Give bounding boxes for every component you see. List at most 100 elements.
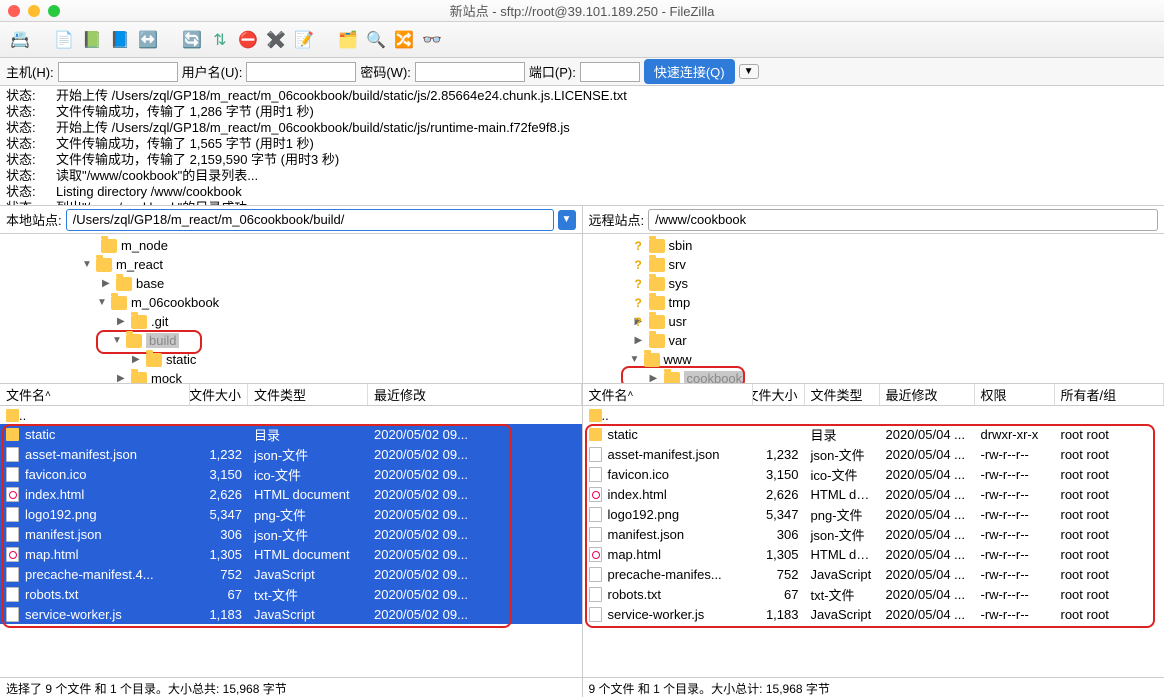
folder-icon	[96, 258, 112, 272]
disclosure-icon[interactable]: ▶	[117, 316, 127, 327]
tree-item[interactable]: ▶.git	[0, 312, 582, 331]
file-row[interactable]: map.html1,305HTML do...2020/05/04 ...-rw…	[583, 544, 1164, 564]
quickconnect-dropdown-icon[interactable]: ▼	[739, 64, 759, 79]
refresh-icon[interactable]: 🔄	[180, 28, 204, 52]
file-row[interactable]: logo192.png5,347png-文件2020/05/04 ...-rw-…	[583, 504, 1164, 524]
col-mod[interactable]: 最近修改	[880, 384, 975, 405]
tree-item[interactable]: ▼www	[583, 350, 1164, 369]
disclosure-icon[interactable]: ▼	[97, 297, 107, 308]
folder-icon	[6, 409, 19, 422]
parent-dir[interactable]: ..	[583, 406, 1164, 424]
col-type[interactable]: 文件类型	[805, 384, 880, 405]
disconnect-icon[interactable]: ✖️	[264, 28, 288, 52]
tree-item[interactable]: ▼m_react	[0, 255, 582, 274]
col-mod[interactable]: 最近修改	[368, 384, 582, 405]
process-queue-icon[interactable]: ⇅	[208, 28, 232, 52]
tree-item[interactable]: ▶var	[583, 331, 1164, 350]
file-own: root root	[1055, 527, 1164, 542]
tree-item[interactable]: srv	[583, 255, 1164, 274]
tree-item[interactable]: tmp	[583, 293, 1164, 312]
host-input[interactable]	[58, 62, 178, 82]
disclosure-icon[interactable]: ▶	[132, 354, 142, 365]
log-text: 文件传输成功，传输了 1,286 字节 (用时1 秒)	[56, 104, 314, 120]
file-row[interactable]: favicon.ico3,150ico-文件2020/05/02 09...	[0, 464, 582, 484]
file-row[interactable]: static目录2020/05/02 09...	[0, 424, 582, 444]
col-perm[interactable]: 权限	[975, 384, 1055, 405]
file-row[interactable]: asset-manifest.json1,232json-文件2020/05/0…	[0, 444, 582, 464]
file-perm: drwxr-xr-x	[975, 427, 1055, 442]
col-name[interactable]: 文件名	[0, 384, 190, 405]
file-type: HTML document	[248, 487, 368, 502]
col-name[interactable]: 文件名	[583, 384, 753, 405]
local-path-dropdown-icon[interactable]: ▼	[558, 210, 576, 230]
file-row[interactable]: robots.txt67txt-文件2020/05/02 09...	[0, 584, 582, 604]
col-own[interactable]: 所有者/组	[1055, 384, 1164, 405]
maximize-window[interactable]	[48, 5, 60, 17]
user-input[interactable]	[246, 62, 356, 82]
tree-item[interactable]: ▼m_06cookbook	[0, 293, 582, 312]
remote-pathbar: 远程站点:	[583, 206, 1164, 234]
file-row[interactable]: asset-manifest.json1,232json-文件2020/05/0…	[583, 444, 1164, 464]
toggle-queue-icon[interactable]: ↔️	[136, 28, 160, 52]
file-row[interactable]: index.html2,626HTML do...2020/05/04 ...-…	[583, 484, 1164, 504]
minimize-window[interactable]	[28, 5, 40, 17]
reconnect-icon[interactable]: 📝	[292, 28, 316, 52]
message-log[interactable]: 状态:开始上传 /Users/zql/GP18/m_react/m_06cook…	[0, 86, 1164, 206]
close-window[interactable]	[8, 5, 20, 17]
tree-item[interactable]: ▼build	[0, 331, 582, 350]
local-path-input[interactable]	[66, 209, 554, 231]
file-row[interactable]: logo192.png5,347png-文件2020/05/02 09...	[0, 504, 582, 524]
parent-dir[interactable]: ..	[0, 406, 582, 424]
tree-item[interactable]: m_node	[0, 236, 582, 255]
file-row[interactable]: map.html1,305HTML document2020/05/02 09.…	[0, 544, 582, 564]
quickconnect-button[interactable]: 快速连接(Q)	[644, 59, 735, 84]
tree-item[interactable]: ▶base	[0, 274, 582, 293]
port-input[interactable]	[580, 62, 640, 82]
site-manager-icon[interactable]: 📇	[8, 28, 32, 52]
file-row[interactable]: robots.txt67txt-文件2020/05/04 ...-rw-r--r…	[583, 584, 1164, 604]
toggle-remote-tree-icon[interactable]: 📘	[108, 28, 132, 52]
pass-input[interactable]	[415, 62, 525, 82]
tree-item[interactable]: ▶mock	[0, 369, 582, 384]
local-tree[interactable]: m_node▼m_react▶base▼m_06cookbook▶.git▼bu…	[0, 234, 582, 384]
file-row[interactable]: favicon.ico3,150ico-文件2020/05/04 ...-rw-…	[583, 464, 1164, 484]
toggle-log-icon[interactable]: 📄	[52, 28, 76, 52]
disclosure-icon[interactable]: ▼	[630, 354, 640, 365]
col-size[interactable]: 文件大小	[753, 384, 805, 405]
file-mod: 2020/05/04 ...	[880, 487, 975, 502]
file-icon	[589, 487, 602, 502]
col-type[interactable]: 文件类型	[248, 384, 368, 405]
tree-item[interactable]: sbin	[583, 236, 1164, 255]
file-row[interactable]: service-worker.js1,183JavaScript2020/05/…	[0, 604, 582, 624]
disclosure-icon[interactable]: ▶	[635, 335, 645, 346]
compare-icon[interactable]: 🔀	[392, 28, 416, 52]
file-row[interactable]: manifest.json306json-文件2020/05/02 09...	[0, 524, 582, 544]
tree-item[interactable]: ▶cookbook	[583, 369, 1164, 384]
file-row[interactable]: manifest.json306json-文件2020/05/04 ...-rw…	[583, 524, 1164, 544]
file-row[interactable]: precache-manifest.4...752JavaScript2020/…	[0, 564, 582, 584]
remote-tree[interactable]: sbinsrvsystmp▶usr▶var▼www▶cookbook	[583, 234, 1164, 384]
find-icon[interactable]: 👓	[420, 28, 444, 52]
disclosure-icon[interactable]: ▶	[117, 373, 127, 384]
file-row[interactable]: service-worker.js1,183JavaScript2020/05/…	[583, 604, 1164, 624]
disclosure-icon[interactable]: ▶	[650, 373, 660, 384]
cancel-icon[interactable]: ⛔	[236, 28, 260, 52]
disclosure-icon[interactable]: ▶	[102, 278, 112, 289]
remote-path-input[interactable]	[648, 209, 1158, 231]
file-icon	[6, 607, 19, 622]
disclosure-icon[interactable]: ▼	[82, 259, 92, 270]
col-size[interactable]: 文件大小	[190, 384, 248, 405]
file-row[interactable]: precache-manifes...752JavaScript2020/05/…	[583, 564, 1164, 584]
toggle-local-tree-icon[interactable]: 📗	[80, 28, 104, 52]
disclosure-icon[interactable]: ▼	[112, 335, 122, 346]
tree-item[interactable]: ▶usr	[583, 312, 1164, 331]
folder-icon	[126, 334, 142, 348]
tree-item[interactable]: ▶static	[0, 350, 582, 369]
file-row[interactable]: index.html2,626HTML document2020/05/02 0…	[0, 484, 582, 504]
remote-file-list[interactable]: ..static目录2020/05/04 ...drwxr-xr-xroot r…	[583, 406, 1164, 677]
filter-icon[interactable]: 🗂️	[336, 28, 360, 52]
tree-item[interactable]: sys	[583, 274, 1164, 293]
local-file-list[interactable]: ..static目录2020/05/02 09...asset-manifest…	[0, 406, 582, 677]
search-icon[interactable]: 🔍	[364, 28, 388, 52]
file-row[interactable]: static目录2020/05/04 ...drwxr-xr-xroot roo…	[583, 424, 1164, 444]
